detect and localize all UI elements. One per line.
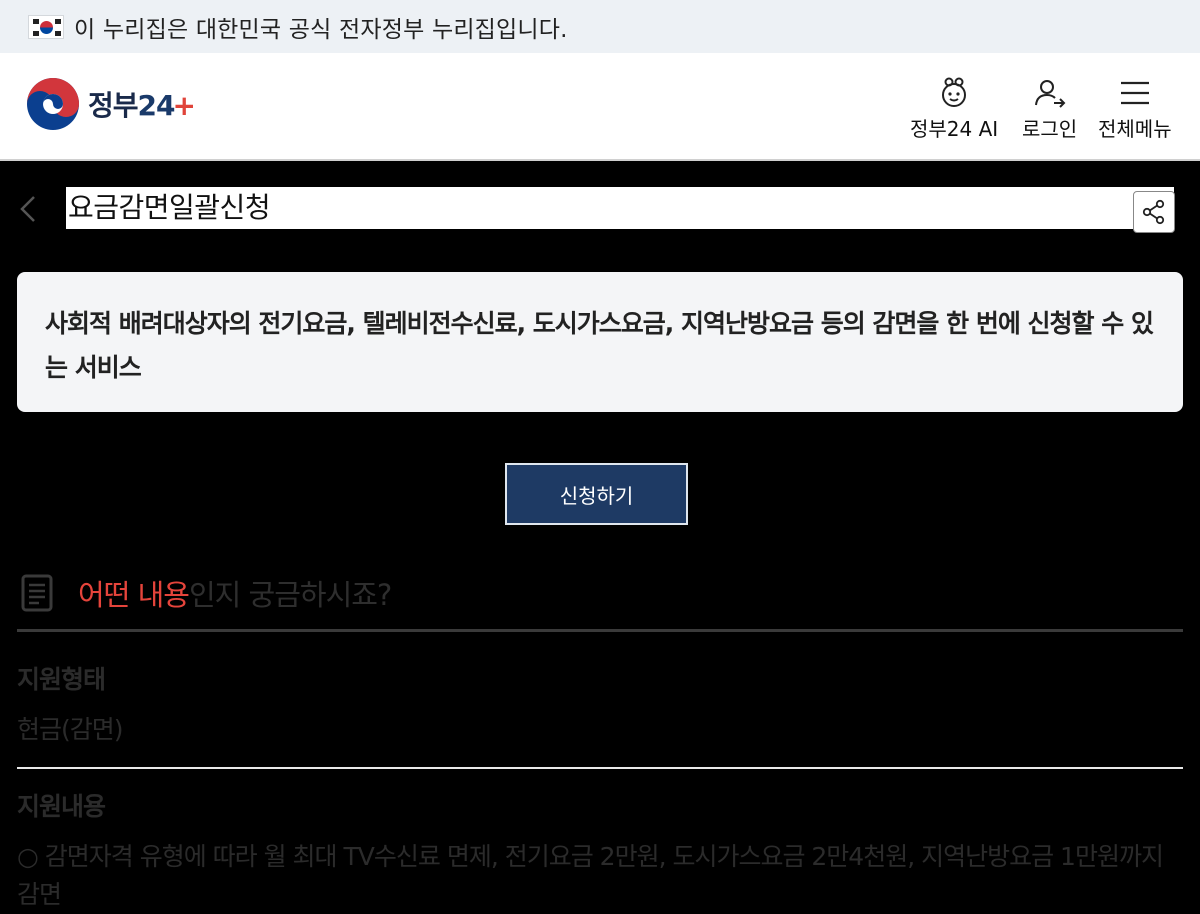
site-header: 정부24+ 정부24 AI 로그인 전체메뉴 xyxy=(0,53,1200,161)
page-title-bar: 요금감면일괄신청 xyxy=(0,187,1200,233)
hamburger-menu-icon xyxy=(1120,81,1149,105)
logo-plus: + xyxy=(172,89,196,122)
apply-button[interactable]: 신청하기 xyxy=(505,463,688,525)
full-menu-button[interactable]: 전체메뉴 xyxy=(1098,75,1172,142)
share-button[interactable] xyxy=(1133,191,1175,233)
support-type-label: 지원형태 xyxy=(17,665,106,694)
menu-label: 전체메뉴 xyxy=(1098,117,1172,141)
ai-label: 정부24 AI xyxy=(910,117,999,141)
section-title-highlight: 어떤 내용 xyxy=(78,578,190,612)
document-icon xyxy=(21,574,53,612)
field-divider xyxy=(17,767,1183,769)
share-icon xyxy=(1142,199,1165,225)
login-label: 로그인 xyxy=(1022,117,1078,141)
logo-number: 24 xyxy=(137,89,176,122)
back-arrow-icon[interactable] xyxy=(14,189,44,229)
section-divider xyxy=(17,629,1183,632)
ai-assistant-icon xyxy=(942,77,967,107)
support-type-value: 현금(감면) xyxy=(17,715,124,744)
korean-flag-icon xyxy=(28,14,64,39)
login-button[interactable]: 로그인 xyxy=(1022,75,1077,142)
service-summary-box: 사회적 배려대상자의 전기요금, 텔레비전수신료, 도시가스요금, 지역난방요금… xyxy=(17,272,1183,412)
gov24-ai-button[interactable]: 정부24 AI xyxy=(910,75,998,142)
support-content-label: 지원내용 xyxy=(17,792,106,821)
support-content-value: ○ 감면자격 유형에 따라 월 최대 TV수신료 면제, 전기요금 2만원, 도… xyxy=(17,842,1164,909)
logo-text: 정부 xyxy=(88,89,139,122)
gov24-logo[interactable]: 정부24+ xyxy=(26,77,196,131)
section-heading: 어떤 내용인지 궁금하시죠? xyxy=(20,570,392,616)
gov-official-banner: 이 누리집은 대한민국 공식 전자정부 누리집입니다. xyxy=(0,0,1200,53)
login-user-icon xyxy=(1034,80,1066,108)
page-title: 요금감면일괄신청 xyxy=(66,187,1174,229)
section-title-rest: 인지 궁금하시죠? xyxy=(188,578,392,612)
gov-banner-text: 이 누리집은 대한민국 공식 전자정부 누리집입니다. xyxy=(74,16,568,43)
taeguk-logo-icon xyxy=(27,78,79,130)
service-summary-text: 사회적 배려대상자의 전기요금, 텔레비전수신료, 도시가스요금, 지역난방요금… xyxy=(45,309,1154,382)
